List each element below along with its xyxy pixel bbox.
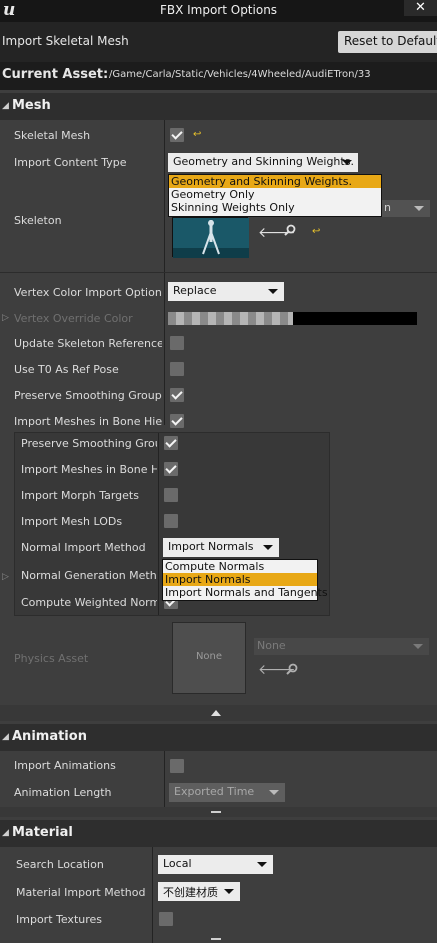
column-separator	[164, 751, 165, 807]
import-mesh-lods-checkbox[interactable]	[164, 514, 178, 528]
current-asset-path: /Game/Carla/Static/Vehicles/4Wheeled/Aud…	[109, 69, 371, 80]
reset-arrow-icon[interactable]: ↩	[193, 129, 201, 140]
animation-length-value: Exported Time	[174, 785, 255, 798]
dropdown-option-compute-normals[interactable]: Compute Normals	[163, 560, 317, 573]
mesh-category-header[interactable]	[0, 93, 437, 120]
dropdown-arrow-icon	[268, 289, 278, 294]
vertex-override-color-swatch[interactable]	[293, 312, 417, 325]
dropdown-arrow-icon	[342, 160, 352, 165]
expand-triangle-icon[interactable]: ▷	[2, 572, 9, 582]
normal-import-method-label: Normal Import Method	[21, 541, 146, 554]
skeleton-label: Skeleton	[14, 214, 62, 227]
vertex-override-color-label: Vertex Override Color	[14, 312, 133, 325]
physics-thumbnail-label: None	[195, 651, 223, 662]
reset-to-default-button[interactable]: Reset to Default	[338, 31, 437, 53]
vertex-color-import-value: Replace	[173, 284, 217, 297]
expand-down-icon[interactable]	[211, 938, 221, 940]
update-skeleton-ref-checkbox[interactable]	[170, 336, 184, 350]
column-separator	[158, 433, 159, 615]
material-import-method-value: 不创建材质	[163, 886, 218, 899]
reset-arrow-icon[interactable]: ↩	[312, 226, 320, 237]
import-bone-hierarchy-label: Import Meshes in Bone Hierarchy	[14, 415, 162, 428]
skeleton-combo-value: n	[384, 201, 391, 214]
import-content-type-value: Geometry and Skinning Weights.	[173, 155, 354, 168]
animation-length-combo[interactable]: Exported Time	[169, 783, 285, 802]
dropdown-arrow-icon	[414, 206, 424, 211]
sub-import-bone-hierarchy-checkbox[interactable]	[164, 462, 178, 476]
physics-asset-combo[interactable]: None	[254, 638, 429, 655]
import-morph-targets-checkbox[interactable]	[164, 488, 178, 502]
dropdown-option-skinning-only[interactable]: Skinning Weights Only	[169, 201, 381, 214]
update-skeleton-ref-label: Update Skeleton Reference Pose	[14, 337, 162, 350]
preserve-smoothing-label: Preserve Smoothing Groups	[14, 389, 162, 402]
normal-import-method-combo[interactable]: Import Normals	[163, 538, 279, 557]
window-title: FBX Import Options	[159, 3, 278, 17]
animation-category-title: Animation	[12, 729, 87, 744]
import-textures-checkbox[interactable]	[159, 912, 173, 926]
skeleton-asset-combo[interactable]: n	[380, 200, 430, 217]
physics-asset-label: Physics Asset	[14, 652, 89, 665]
collapse-triangle-icon[interactable]: ◢	[2, 101, 9, 111]
import-animations-checkbox[interactable]	[170, 759, 184, 773]
material-import-method-label: Material Import Method	[16, 886, 146, 899]
browse-search-icon[interactable]	[284, 224, 296, 236]
normal-generation-method-label: Normal Generation Method	[21, 569, 157, 582]
expand-down-icon[interactable]	[211, 811, 221, 813]
dropdown-arrow-icon	[263, 545, 273, 550]
use-t0-ref-pose-checkbox[interactable]	[170, 362, 184, 376]
import-textures-label: Import Textures	[16, 913, 103, 926]
column-separator	[152, 847, 153, 943]
import-mesh-lods-label: Import Mesh LODs	[21, 515, 123, 528]
skeleton-figure-icon	[173, 218, 249, 258]
dropdown-option-geometry-skinning[interactable]: Geometry and Skinning Weights.	[169, 175, 381, 188]
use-t0-ref-pose-label: Use T0 As Ref Pose	[14, 363, 119, 376]
dropdown-arrow-icon	[413, 644, 423, 649]
current-asset-label: Current Asset:	[2, 67, 109, 82]
dropdown-arrow-icon	[257, 862, 267, 867]
vertex-override-alpha-swatch[interactable]	[168, 312, 293, 325]
skeletal-mesh-checkbox[interactable]	[170, 128, 184, 142]
search-location-label: Search Location	[16, 858, 104, 871]
material-import-method-combo[interactable]: 不创建材质	[158, 882, 240, 901]
collapse-up-icon[interactable]	[211, 710, 221, 716]
skeleton-thumbnail[interactable]	[172, 217, 249, 258]
search-location-value: Local	[163, 857, 192, 870]
search-location-combo[interactable]: Local	[158, 855, 273, 874]
preserve-smoothing-checkbox[interactable]	[170, 388, 184, 402]
sub-preserve-smoothing-label: Preserve Smoothing Groups	[21, 437, 157, 450]
dropdown-option-geometry-only[interactable]: Geometry Only	[169, 188, 381, 201]
physics-asset-value: None	[257, 639, 286, 652]
import-type-title: Import Skeletal Mesh	[2, 34, 129, 48]
sub-preserve-smoothing-checkbox[interactable]	[164, 436, 178, 450]
dropdown-arrow-icon	[224, 889, 234, 894]
collapse-triangle-icon[interactable]: ◢	[2, 732, 9, 742]
normal-import-method-dropdown[interactable]: Compute Normals Import Normals Import No…	[162, 559, 328, 601]
import-content-type-dropdown[interactable]: Geometry and Skinning Weights. Geometry …	[168, 174, 382, 217]
normal-import-method-value: Import Normals	[168, 540, 254, 553]
collapse-triangle-icon[interactable]: ◢	[2, 828, 9, 838]
expand-triangle-icon[interactable]: ▷	[2, 313, 9, 323]
animation-advanced-toggle[interactable]	[0, 807, 437, 817]
import-content-type-combo[interactable]: Geometry and Skinning Weights.	[168, 153, 358, 172]
close-button[interactable]: ✕	[404, 0, 437, 16]
browse-search-icon[interactable]	[286, 663, 298, 675]
animation-length-label: Animation Length	[14, 786, 112, 799]
vertex-color-import-label: Vertex Color Import Option	[14, 286, 162, 299]
dropdown-arrow-icon	[269, 790, 279, 795]
physics-asset-thumbnail[interactable]: None	[172, 622, 246, 694]
mesh-advanced-toggle[interactable]	[0, 705, 437, 721]
dropdown-option-import-normals[interactable]: Import Normals	[163, 573, 317, 586]
import-morph-targets-label: Import Morph Targets	[21, 489, 139, 502]
sub-import-bone-hierarchy-label: Import Meshes in Bone Hierarchy	[21, 463, 157, 476]
vertex-color-import-combo[interactable]: Replace	[168, 282, 284, 301]
import-content-type-label: Import Content Type	[14, 156, 127, 169]
row-divider	[0, 272, 437, 273]
material-category-title: Material	[12, 825, 73, 840]
import-animations-label: Import Animations	[14, 759, 116, 772]
skeletal-mesh-label: Skeletal Mesh	[14, 129, 91, 142]
compute-weighted-normals-label: Compute Weighted Normals	[21, 596, 157, 609]
mesh-category-title: Mesh	[12, 98, 51, 113]
import-bone-hierarchy-checkbox[interactable]	[170, 414, 184, 428]
dropdown-option-import-normals-tangents[interactable]: Import Normals and Tangents	[163, 586, 328, 599]
